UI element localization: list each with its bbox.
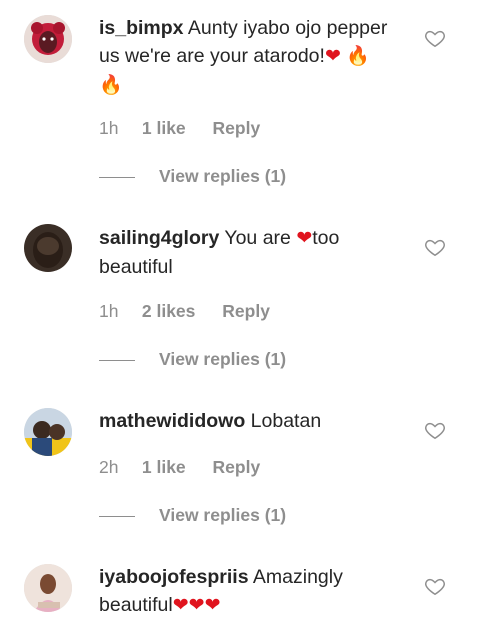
avatar[interactable]	[24, 15, 72, 63]
likes-count[interactable]: 2 likes	[142, 301, 196, 322]
fire-emoji-icon: 🔥	[346, 46, 370, 67]
heart-outline-icon[interactable]	[424, 575, 446, 597]
timestamp: 1h	[99, 118, 119, 138]
replies-divider	[99, 177, 135, 178]
replies-divider	[99, 516, 135, 517]
comment-text: iyaboojofespriis Amazingly beautiful❤❤❤	[99, 563, 399, 620]
comment-text: sailing4glory You are ❤too beautiful	[99, 224, 399, 281]
replies-divider	[99, 360, 135, 361]
reply-button[interactable]: Reply	[213, 118, 261, 139]
comment-meta: 1h 2 likes Reply	[99, 301, 270, 322]
timestamp: 2h	[99, 457, 119, 477]
reply-button[interactable]: Reply	[213, 457, 261, 478]
timestamp: 1h	[99, 301, 119, 321]
comment-meta: 2h 1 like Reply	[99, 457, 260, 478]
view-replies-button[interactable]: View replies (1)	[159, 505, 286, 526]
heart-outline-icon[interactable]	[424, 419, 446, 441]
red-heart-emoji-icon: ❤	[324, 46, 341, 67]
red-heart-emoji-icon: ❤	[188, 595, 205, 616]
heart-outline-icon[interactable]	[424, 236, 446, 258]
red-heart-emoji-icon: ❤	[204, 595, 221, 616]
avatar[interactable]	[24, 564, 72, 612]
comment-meta: 1h 1 like Reply	[99, 118, 260, 139]
reply-button[interactable]: Reply	[222, 301, 270, 322]
avatar[interactable]	[24, 224, 72, 272]
heart-outline-icon[interactable]	[424, 27, 446, 49]
red-heart-emoji-icon: ❤	[172, 595, 189, 616]
username[interactable]: is_bimpx	[99, 17, 184, 39]
username[interactable]: sailing4glory	[99, 227, 219, 249]
avatar[interactable]	[24, 408, 72, 456]
username[interactable]: iyaboojofespriis	[99, 566, 249, 588]
view-replies-button[interactable]: View replies (1)	[159, 349, 286, 370]
comment-text: is_bimpx Aunty iyabo ojo pepper us we're…	[99, 14, 399, 100]
comment-body: Lobatan	[250, 410, 322, 432]
red-heart-emoji-icon: ❤	[296, 228, 313, 249]
fire-emoji-icon: 🔥	[99, 75, 123, 96]
view-replies-button[interactable]: View replies (1)	[159, 166, 286, 187]
username[interactable]: mathewididowo	[99, 410, 245, 432]
comment-text: mathewididowo Lobatan	[99, 407, 399, 435]
likes-count[interactable]: 1 like	[142, 118, 186, 139]
likes-count[interactable]: 1 like	[142, 457, 186, 478]
comment-body-start: You are	[224, 227, 297, 249]
